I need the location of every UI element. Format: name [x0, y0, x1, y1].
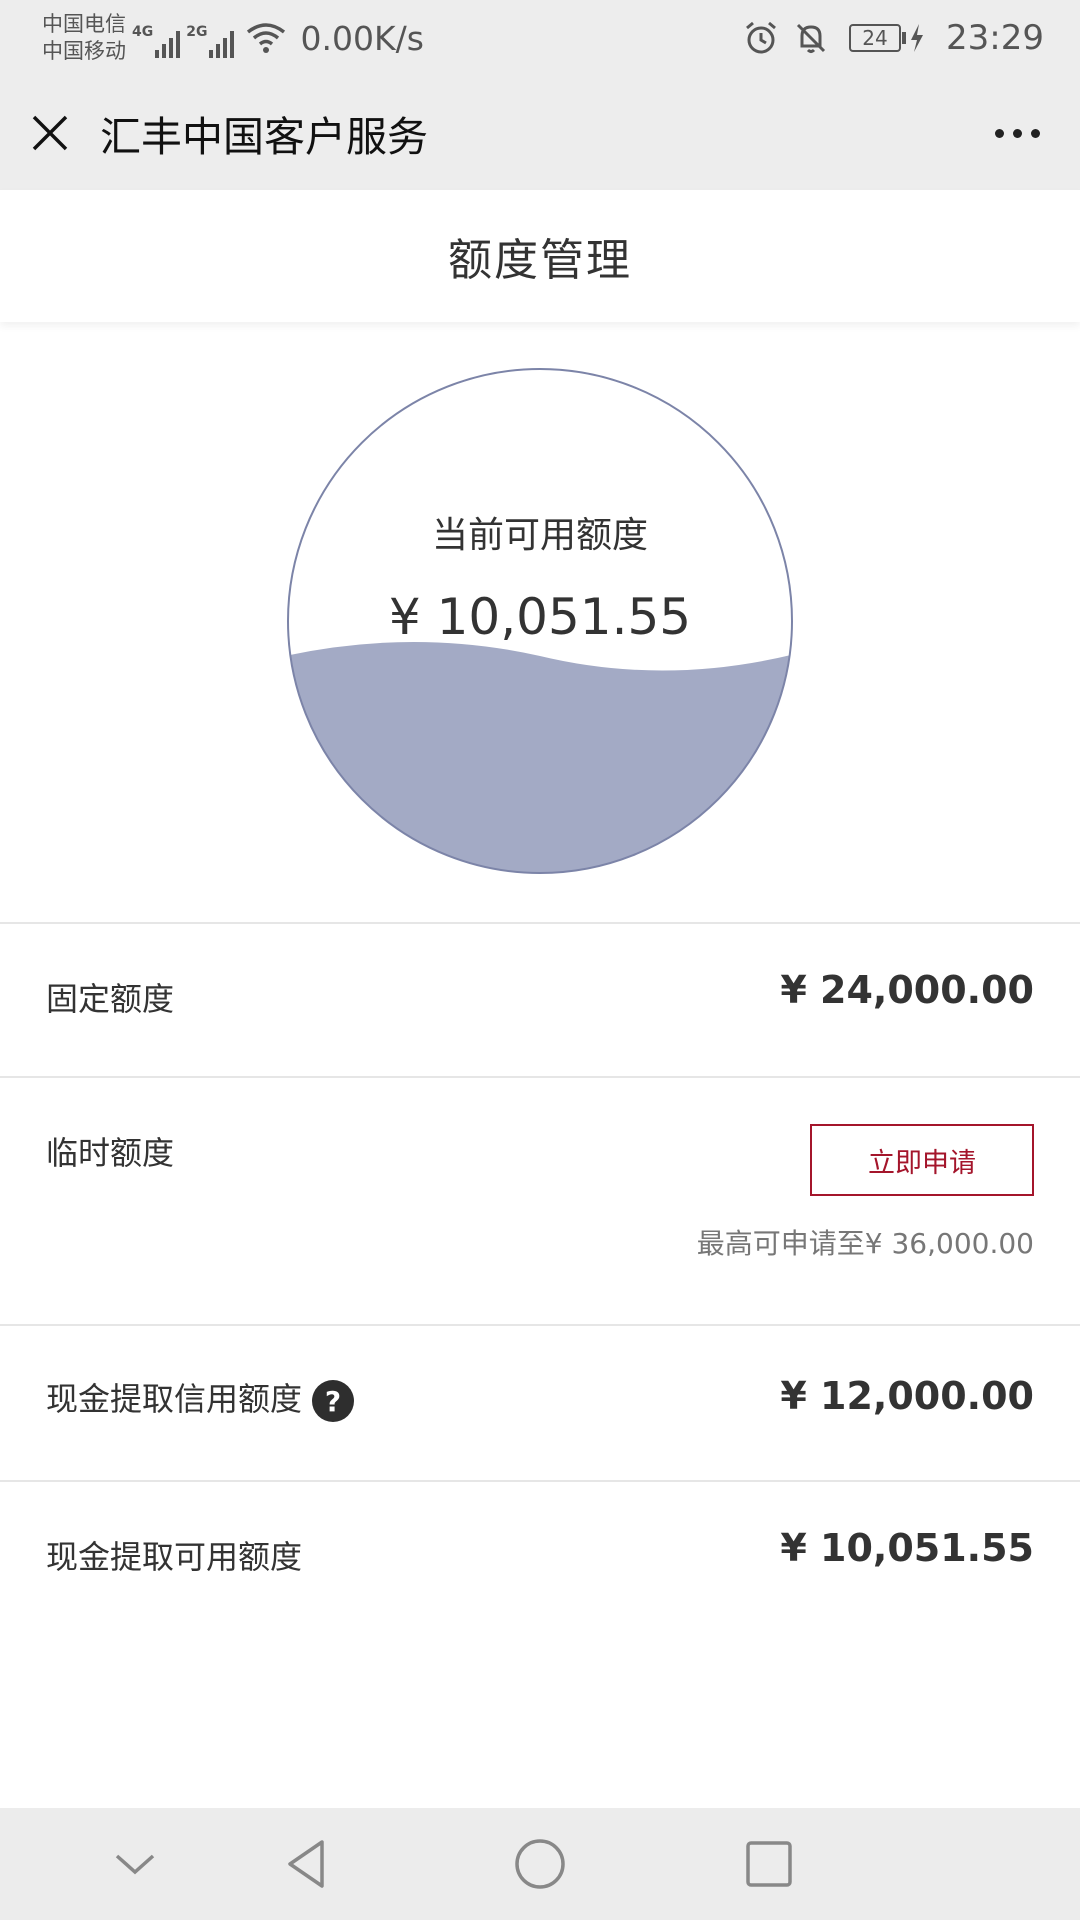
carrier-1: 中国电信 [42, 12, 126, 36]
alarm-icon [746, 21, 776, 54]
gauge-amount: ¥ 10,051.55 [388, 588, 692, 646]
divider [0, 1324, 1080, 1326]
temp-limit-label: 临时额度 [46, 1134, 175, 1172]
signal-2-icon: 2G [186, 18, 235, 58]
close-icon[interactable] [30, 113, 70, 153]
apply-now-button[interactable]: 立即申请 [810, 1124, 1034, 1196]
battery-level: 24 [849, 24, 902, 52]
network-type-1: 4G [132, 24, 154, 40]
help-icon[interactable]: ? [312, 1380, 355, 1422]
network-type-2: 2G [186, 24, 208, 40]
cash-available-value: ¥ 10,051.55 [780, 1526, 1034, 1570]
carrier-names: 中国电信 中国移动 [42, 11, 126, 65]
gauge-fill [288, 642, 792, 873]
fixed-limit-label: 固定额度 [46, 980, 175, 1018]
cash-available-label: 现金提取可用额度 [46, 1538, 303, 1576]
divider [0, 922, 1080, 924]
carrier-2: 中国移动 [42, 39, 126, 63]
app-header: 汇丰中国客户服务 [0, 76, 1080, 190]
mute-bell-icon [796, 23, 826, 53]
temp-limit-hint: 最高可申请至¥ 36,000.00 [696, 1227, 1034, 1260]
back-icon[interactable] [280, 1836, 336, 1892]
status-bar: 中国电信 中国移动 4G 2G 0.00K/s 24 23:29 [0, 0, 1080, 76]
app-title: 汇丰中国客户服务 [100, 113, 428, 161]
wifi-icon [247, 23, 286, 53]
divider [0, 1076, 1080, 1078]
network-speed: 0.00K/s [300, 18, 424, 58]
available-credit-gauge: 当前可用额度 ¥ 10,051.55 [285, 366, 795, 876]
signal-1-icon: 4G [132, 18, 181, 58]
gauge-label: 当前可用额度 [431, 515, 648, 556]
divider [0, 1480, 1080, 1482]
page-title-bar: 额度管理 [0, 190, 1080, 322]
cash-credit-value: ¥ 12,000.00 [780, 1374, 1034, 1418]
cash-credit-row-label: 现金提取信用额度? [46, 1374, 355, 1422]
system-nav-bar [0, 1808, 1080, 1920]
recents-icon[interactable] [741, 1836, 797, 1892]
chevron-down-icon[interactable] [107, 1836, 163, 1892]
battery-icon: 24 [849, 23, 926, 53]
home-icon[interactable] [512, 1836, 568, 1892]
cash-credit-label: 现金提取信用额度 [46, 1380, 303, 1418]
charging-icon [911, 24, 924, 52]
more-icon[interactable] [995, 119, 1040, 148]
fixed-limit-value: ¥ 24,000.00 [780, 968, 1034, 1012]
clock: 23:29 [946, 18, 1044, 58]
page-title: 额度管理 [448, 235, 632, 286]
